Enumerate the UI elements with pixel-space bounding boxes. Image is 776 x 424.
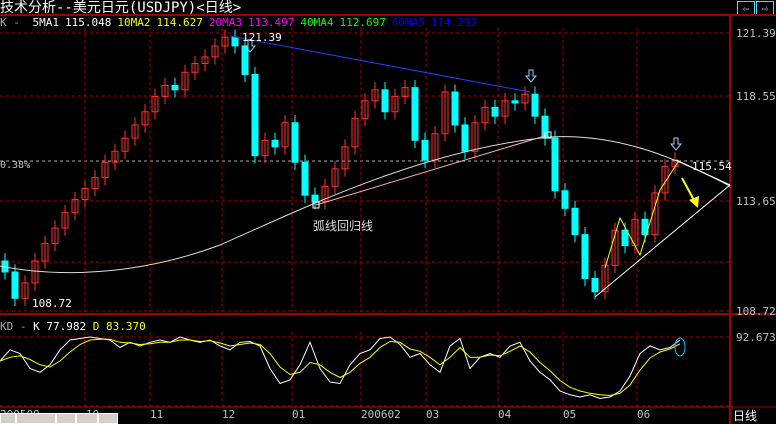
kd-line-k: [0, 336, 681, 400]
price-tick: 121.39: [736, 27, 776, 40]
candle: [571, 207, 579, 236]
k-label: K: [33, 320, 40, 333]
candle: [511, 100, 519, 104]
candle: [411, 87, 419, 141]
date-label: 11: [150, 408, 164, 421]
kd-legend: KD - K 77.982 D 83.370: [0, 320, 146, 333]
candle: [451, 91, 459, 126]
candle: [461, 124, 469, 152]
candle: [381, 89, 389, 113]
trend-line-blue: [229, 35, 531, 93]
period-label: 日线: [733, 409, 758, 423]
forecast-arrow-head: [689, 196, 699, 208]
candle: [241, 45, 249, 75]
kd-prefix: KD -: [0, 320, 27, 333]
price-tick: 118.55: [736, 90, 776, 103]
arc-regression-line: [0, 136, 731, 274]
low-label: 108.72: [32, 297, 72, 310]
candle: [171, 84, 179, 91]
down-arrow-icon: [669, 137, 683, 151]
price-chart[interactable]: [0, 0, 776, 424]
high-label: 121.39: [242, 31, 282, 44]
candle: [581, 234, 589, 280]
toolbar-button[interactable]: [56, 413, 76, 424]
down-arrow-icon: [524, 69, 538, 83]
candle: [421, 139, 429, 161]
curve-label: 弧线回归线: [313, 219, 374, 233]
last-price-label: 115.54: [692, 160, 732, 173]
candle: [531, 93, 539, 117]
toolbar-button[interactable]: [0, 413, 16, 424]
candle: [301, 161, 309, 196]
kd-tick: 92.673: [736, 331, 776, 344]
candle: [231, 36, 239, 47]
toolbar-button[interactable]: [16, 413, 56, 424]
d-label: D: [92, 320, 100, 333]
date-label: 01: [292, 408, 306, 421]
date-label: 04: [498, 408, 512, 421]
toolbar-button[interactable]: [76, 413, 98, 424]
candle: [291, 122, 299, 163]
candle: [11, 271, 19, 299]
candle: [251, 73, 259, 157]
highlight-circle: [674, 337, 686, 357]
d-value: 83.370: [106, 320, 146, 333]
candle: [621, 229, 629, 247]
candle: [491, 106, 499, 117]
candle: [561, 190, 569, 209]
candle: [271, 139, 279, 148]
k-value: 77.982: [46, 320, 87, 333]
date-label: 05: [563, 408, 577, 421]
price-tick: 113.65: [736, 195, 776, 208]
candle: [311, 194, 319, 203]
price-tick: 108.72: [736, 305, 776, 318]
zigzag-line: [604, 161, 679, 269]
candle: [551, 137, 559, 192]
date-label: 200602: [361, 408, 401, 421]
date-label: 06: [637, 408, 651, 421]
date-label: 12: [222, 408, 236, 421]
candle: [591, 278, 599, 293]
kd-line-d: [0, 338, 681, 397]
change-readout: 0.38%: [0, 160, 31, 171]
toolbar-button[interactable]: [98, 413, 118, 424]
date-label: 03: [426, 408, 440, 421]
